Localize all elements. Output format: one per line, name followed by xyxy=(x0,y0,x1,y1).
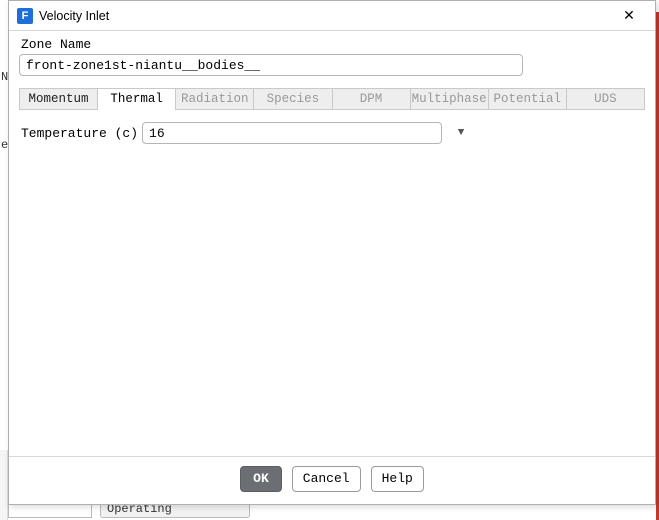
tab-label: Radiation xyxy=(181,92,249,106)
titlebar: F Velocity Inlet ✕ xyxy=(9,1,655,31)
cancel-button[interactable]: Cancel xyxy=(292,466,361,492)
tab-label: Multiphase xyxy=(412,92,487,106)
temperature-dropdown-button[interactable]: ▼ xyxy=(452,124,470,142)
tab-label: Momentum xyxy=(29,92,89,106)
tab-label: Species xyxy=(267,92,320,106)
chevron-down-icon: ▼ xyxy=(458,127,465,139)
tab-bar: Momentum Thermal Radiation Species DPM M… xyxy=(19,88,645,110)
temperature-label: Temperature (c) xyxy=(21,126,138,141)
temperature-input[interactable] xyxy=(142,122,442,144)
app-icon: F xyxy=(17,8,33,24)
tab-label: UDS xyxy=(594,92,617,106)
zone-name-label: Zone Name xyxy=(21,37,645,52)
tab-dpm[interactable]: DPM xyxy=(333,88,411,109)
zone-name-input[interactable] xyxy=(19,54,523,76)
bg-left-panel xyxy=(0,450,8,520)
thermal-panel: Temperature (c) ▼ xyxy=(19,110,645,456)
dialog-footer: OK Cancel Help xyxy=(9,456,655,504)
tab-potential[interactable]: Potential xyxy=(489,88,567,109)
tab-label: Thermal xyxy=(110,92,163,106)
close-icon: ✕ xyxy=(623,7,635,24)
dialog-title: Velocity Inlet xyxy=(39,9,109,23)
close-button[interactable]: ✕ xyxy=(609,2,649,30)
tab-species[interactable]: Species xyxy=(254,88,332,109)
tab-label: Potential xyxy=(494,92,562,106)
tab-thermal[interactable]: Thermal xyxy=(98,88,176,109)
ok-button[interactable]: OK xyxy=(240,466,282,492)
tab-multiphase[interactable]: Multiphase xyxy=(411,88,489,109)
bg-left-chars: Ne xyxy=(1,60,7,162)
tab-radiation[interactable]: Radiation xyxy=(176,88,254,109)
tab-label: DPM xyxy=(360,92,383,106)
tab-momentum[interactable]: Momentum xyxy=(19,88,98,109)
help-button[interactable]: Help xyxy=(371,466,424,492)
velocity-inlet-dialog: F Velocity Inlet ✕ Zone Name Momentum Th… xyxy=(8,0,656,505)
tab-uds[interactable]: UDS xyxy=(567,88,645,109)
